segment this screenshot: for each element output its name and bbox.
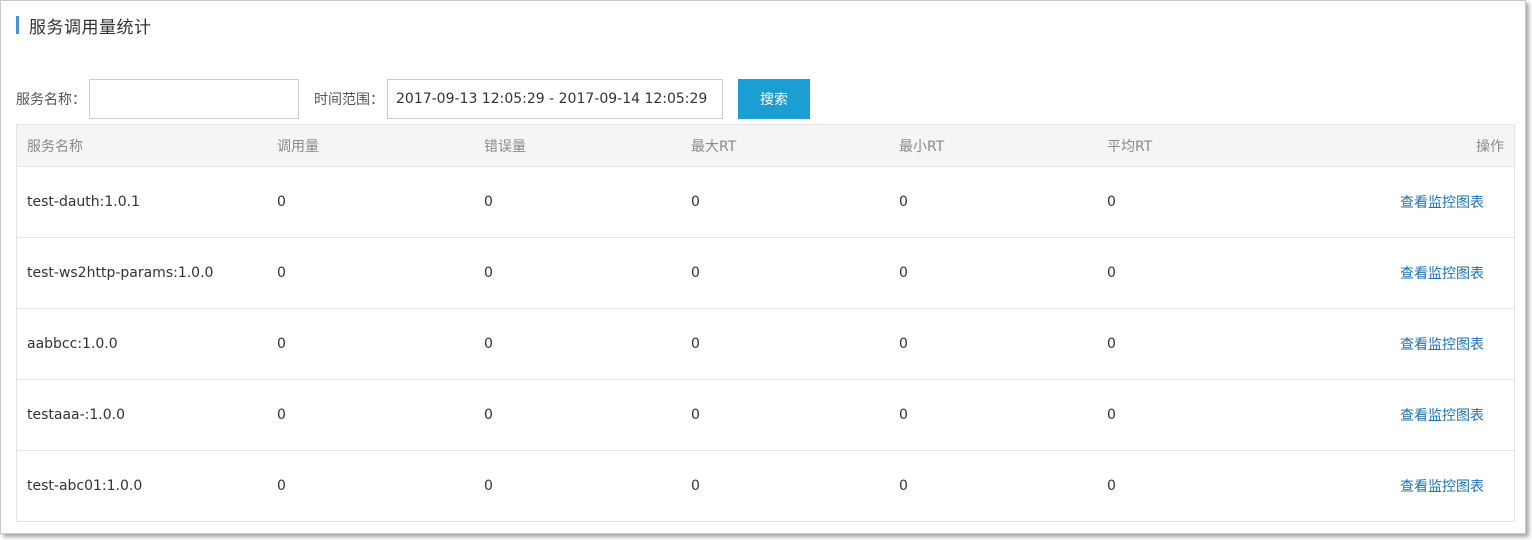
view-monitor-chart-link[interactable]: 查看监控图表 [1400, 337, 1484, 353]
service-name-input[interactable] [89, 79, 299, 119]
cell-avg-rt: 0 [1097, 237, 1305, 309]
table-row: test-abc01:1.0.0 0 0 0 0 0 查看监控图表 [17, 450, 1514, 522]
cell-errors: 0 [474, 450, 681, 522]
filter-bar: 服务名称： 时间范围： 2017-09-13 12:05:29 - 2017-0… [16, 79, 810, 119]
cell-min-rt: 0 [889, 166, 1097, 238]
cell-calls: 0 [267, 166, 474, 238]
cell-calls: 0 [267, 308, 474, 380]
cell-operation: 查看监控图表 [1305, 166, 1514, 238]
table-row: testaaa-:1.0.0 0 0 0 0 0 查看监控图表 [17, 379, 1514, 451]
col-header-min-rt: 最小RT [889, 124, 1097, 167]
cell-max-rt: 0 [681, 379, 889, 451]
cell-max-rt: 0 [681, 166, 889, 238]
panel-header: 服务调用量统计 [16, 15, 152, 38]
time-range-input[interactable]: 2017-09-13 12:05:29 - 2017-09-14 12:05:2… [387, 79, 723, 119]
cell-avg-rt: 0 [1097, 166, 1305, 238]
cell-service-name: aabbcc:1.0.0 [17, 308, 267, 380]
col-header-max-rt: 最大RT [681, 124, 889, 167]
view-monitor-chart-link[interactable]: 查看监控图表 [1400, 195, 1484, 211]
cell-operation: 查看监控图表 [1305, 379, 1514, 451]
cell-calls: 0 [267, 450, 474, 522]
col-header-calls: 调用量 [267, 124, 474, 167]
cell-min-rt: 0 [889, 237, 1097, 309]
col-header-service-name: 服务名称 [17, 124, 267, 167]
service-stats-panel: 服务调用量统计 服务名称： 时间范围： 2017-09-13 12:05:29 … [0, 0, 1526, 534]
table-row: aabbcc:1.0.0 0 0 0 0 0 查看监控图表 [17, 308, 1514, 380]
cell-service-name: testaaa-:1.0.0 [17, 379, 267, 451]
table-row: test-ws2http-params:1.0.0 0 0 0 0 0 查看监控… [17, 237, 1514, 309]
table-row: test-dauth:1.0.1 0 0 0 0 0 查看监控图表 [17, 166, 1514, 238]
view-monitor-chart-link[interactable]: 查看监控图表 [1400, 408, 1484, 424]
cell-min-rt: 0 [889, 379, 1097, 451]
cell-avg-rt: 0 [1097, 450, 1305, 522]
cell-avg-rt: 0 [1097, 379, 1305, 451]
table-header-row: 服务名称 调用量 错误量 最大RT 最小RT 平均RT 操作 [17, 124, 1514, 167]
cell-errors: 0 [474, 379, 681, 451]
time-range-label: 时间范围： [314, 92, 384, 108]
cell-service-name: test-dauth:1.0.1 [17, 166, 267, 238]
cell-max-rt: 0 [681, 308, 889, 380]
cell-avg-rt: 0 [1097, 308, 1305, 380]
cell-operation: 查看监控图表 [1305, 450, 1514, 522]
view-monitor-chart-link[interactable]: 查看监控图表 [1400, 479, 1484, 495]
cell-operation: 查看监控图表 [1305, 308, 1514, 380]
cell-operation: 查看监控图表 [1305, 237, 1514, 309]
col-header-operation: 操作 [1305, 124, 1514, 167]
cell-min-rt: 0 [889, 308, 1097, 380]
cell-max-rt: 0 [681, 237, 889, 309]
col-header-errors: 错误量 [474, 124, 681, 167]
service-name-label: 服务名称： [16, 92, 86, 108]
cell-errors: 0 [474, 308, 681, 380]
page-title: 服务调用量统计 [29, 17, 152, 38]
cell-max-rt: 0 [681, 450, 889, 522]
cell-calls: 0 [267, 237, 474, 309]
cell-service-name: test-ws2http-params:1.0.0 [17, 237, 267, 309]
col-header-avg-rt: 平均RT [1097, 124, 1305, 167]
stats-table: 服务名称 调用量 错误量 最大RT 最小RT 平均RT 操作 test-daut… [16, 124, 1515, 522]
cell-service-name: test-abc01:1.0.0 [17, 450, 267, 522]
cell-calls: 0 [267, 379, 474, 451]
cell-errors: 0 [474, 166, 681, 238]
view-monitor-chart-link[interactable]: 查看监控图表 [1400, 266, 1484, 282]
search-button[interactable]: 搜索 [738, 79, 810, 119]
title-accent-bar [16, 16, 19, 34]
cell-min-rt: 0 [889, 450, 1097, 522]
cell-errors: 0 [474, 237, 681, 309]
